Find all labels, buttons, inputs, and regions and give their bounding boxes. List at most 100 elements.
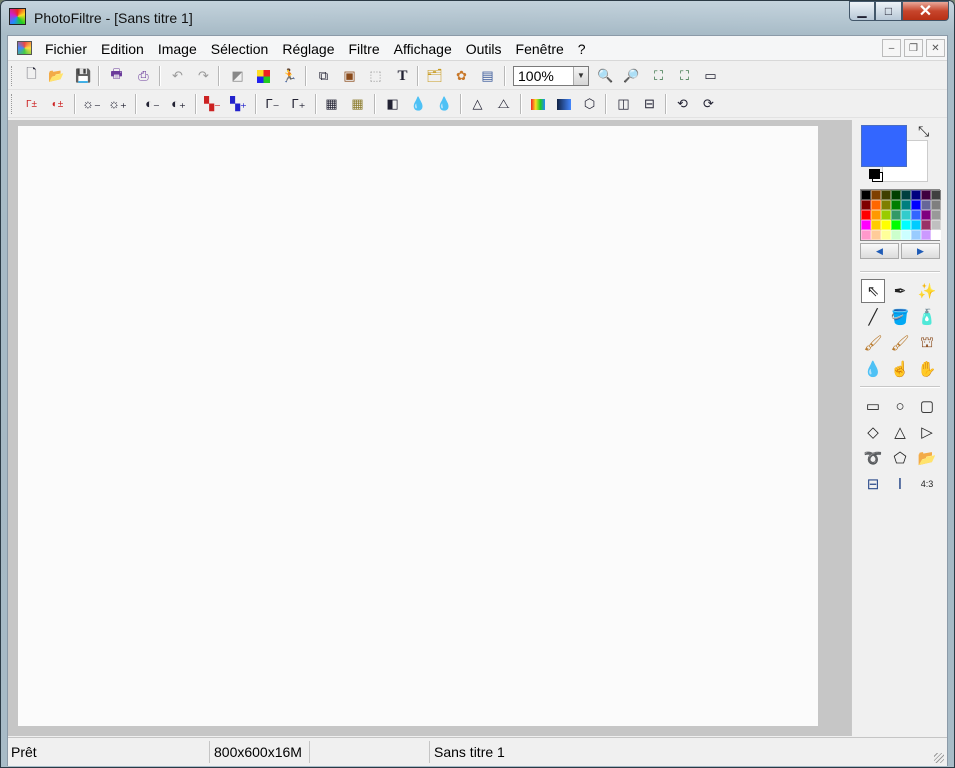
photofiltre-icon[interactable] (9, 8, 26, 25)
slideshow-icon[interactable]: ▭ (701, 67, 720, 85)
fit-image-icon[interactable]: ⛶ (649, 67, 668, 85)
gradient-icon[interactable] (528, 95, 547, 113)
contrast-plus-icon[interactable]: ◐₊ (169, 95, 188, 113)
document-menu-icon[interactable] (17, 41, 32, 55)
color-palette[interactable] (860, 189, 941, 241)
palette-swatch[interactable] (921, 200, 931, 210)
palette-swatch[interactable] (921, 230, 931, 240)
color-grid-icon[interactable] (254, 67, 273, 85)
toolbar-grip[interactable] (11, 94, 14, 114)
new-file-icon[interactable]: 🗋 (22, 66, 41, 85)
swap-colors-icon[interactable]: ⤡ (918, 123, 929, 140)
menu-selection[interactable]: Sélection (204, 40, 276, 58)
color-picker-icon[interactable]: ✒ (888, 279, 912, 303)
dust-icon[interactable]: ◧ (383, 95, 402, 113)
actual-size-icon[interactable]: ⛶ (675, 67, 694, 85)
texture-icon[interactable]: ▦ (348, 95, 367, 113)
menu-filtre[interactable]: Filtre (342, 40, 387, 58)
stamp-icon[interactable]: ⛫ (915, 331, 939, 355)
automation-icon[interactable]: 🏃 (280, 67, 299, 85)
rounded-rectangle-icon[interactable]: ▢ (915, 394, 939, 418)
auto-levels-icon[interactable]: Γ± (22, 95, 41, 113)
palette-swatch[interactable] (901, 220, 911, 230)
image-gradient-icon[interactable] (554, 95, 573, 113)
fade-icon[interactable]: ◩ (228, 67, 247, 85)
palette-swatch[interactable] (891, 200, 901, 210)
gamma-minus-icon[interactable]: Γ₋ (263, 95, 282, 113)
palette-swatch[interactable] (891, 210, 901, 220)
palette-swatch[interactable] (921, 190, 931, 200)
canvas-size-icon[interactable]: ▣ (340, 67, 359, 85)
palette-swatch[interactable] (881, 190, 891, 200)
flip-vertical-icon[interactable]: ⊟ (640, 95, 659, 113)
palette-swatch[interactable] (931, 220, 941, 230)
palette-next-button[interactable]: ▶ (901, 243, 940, 259)
palette-swatch[interactable] (881, 230, 891, 240)
zoom-in-icon[interactable]: 🔍 (596, 67, 615, 85)
palette-swatch[interactable] (891, 190, 901, 200)
palette-swatch[interactable] (901, 230, 911, 240)
doc-restore-button[interactable]: ❐ (904, 39, 923, 57)
plugins-icon[interactable]: ✿ (452, 67, 471, 85)
advanced-brush-icon[interactable]: 🖌 (888, 331, 912, 355)
palette-swatch[interactable] (861, 220, 871, 230)
palette-swatch[interactable] (871, 210, 881, 220)
blur-icon[interactable]: 💧 (409, 95, 428, 113)
palette-swatch[interactable] (931, 200, 941, 210)
palette-swatch[interactable] (911, 230, 921, 240)
rectangle-shape-icon[interactable]: ▭ (861, 394, 885, 418)
menu-fichier[interactable]: Fichier (38, 40, 94, 58)
menu-affichage[interactable]: Affichage (387, 40, 459, 58)
diamond-shape-icon[interactable]: ◇ (861, 420, 885, 444)
text-icon[interactable]: T (393, 67, 412, 85)
chevron-down-icon[interactable]: ▼ (573, 67, 588, 85)
explorer-icon[interactable]: 🗂 (425, 67, 444, 85)
resize-grip-icon[interactable] (934, 753, 944, 763)
palette-swatch[interactable] (861, 210, 871, 220)
image-canvas[interactable] (18, 126, 818, 726)
more-sharpen-icon[interactable]: ⧍ (494, 95, 513, 113)
close-button[interactable]: ✕ (902, 1, 949, 21)
brightness-plus-icon[interactable]: ☼₊ (108, 95, 127, 113)
menu-outils[interactable]: Outils (459, 40, 509, 58)
saturation-plus-icon[interactable]: ▚₊ (229, 95, 248, 113)
print-icon[interactable]: 🖶 (107, 66, 126, 85)
transform-icon[interactable]: ⬡ (580, 95, 599, 113)
palette-swatch[interactable] (911, 220, 921, 230)
contrast-minus-icon[interactable]: ◐₋ (143, 95, 162, 113)
brightness-minus-icon[interactable]: ☼₋ (82, 95, 101, 113)
minimize-button[interactable]: ▁ (849, 1, 875, 21)
palette-swatch[interactable] (881, 220, 891, 230)
line-tool-icon[interactable]: ╱ (861, 305, 885, 329)
redo-icon[interactable]: ↷ (194, 67, 213, 85)
select-all-icon[interactable]: ⊟ (861, 472, 885, 496)
palette-swatch[interactable] (871, 200, 881, 210)
palette-swatch[interactable] (921, 220, 931, 230)
rotate-left-icon[interactable]: ⟲ (673, 95, 692, 113)
saturation-minus-icon[interactable]: ▚₋ (203, 95, 222, 113)
palette-swatch[interactable] (901, 190, 911, 200)
menu-help[interactable]: ? (571, 40, 593, 58)
palette-swatch[interactable] (911, 190, 921, 200)
rotate-right-icon[interactable]: ⟳ (699, 95, 718, 113)
palette-swatch[interactable] (871, 190, 881, 200)
palette-swatch[interactable] (891, 220, 901, 230)
palette-swatch[interactable] (921, 210, 931, 220)
palette-swatch[interactable] (881, 210, 891, 220)
aspect-ratio-icon[interactable]: 4:3 (915, 472, 939, 496)
mosaic-icon[interactable]: ▦ (322, 95, 341, 113)
image-size-icon[interactable]: ⧉ (314, 67, 333, 85)
reset-colors-icon[interactable] (869, 169, 880, 179)
palette-swatch[interactable] (931, 210, 941, 220)
hand-icon[interactable]: ✋ (915, 357, 939, 381)
scan-icon[interactable]: ⎙ (134, 67, 153, 85)
brush-icon[interactable]: 🖌 (861, 331, 885, 355)
spray-icon[interactable]: 🧴 (915, 305, 939, 329)
polygon-icon[interactable]: ⬠ (888, 446, 912, 470)
palette-swatch[interactable] (901, 210, 911, 220)
palette-swatch[interactable] (861, 190, 871, 200)
triangle-shape-icon[interactable]: △ (888, 420, 912, 444)
menu-reglage[interactable]: Réglage (275, 40, 341, 58)
doc-close-button[interactable]: ✕ (926, 39, 945, 57)
fill-bucket-icon[interactable]: 🪣 (888, 305, 912, 329)
